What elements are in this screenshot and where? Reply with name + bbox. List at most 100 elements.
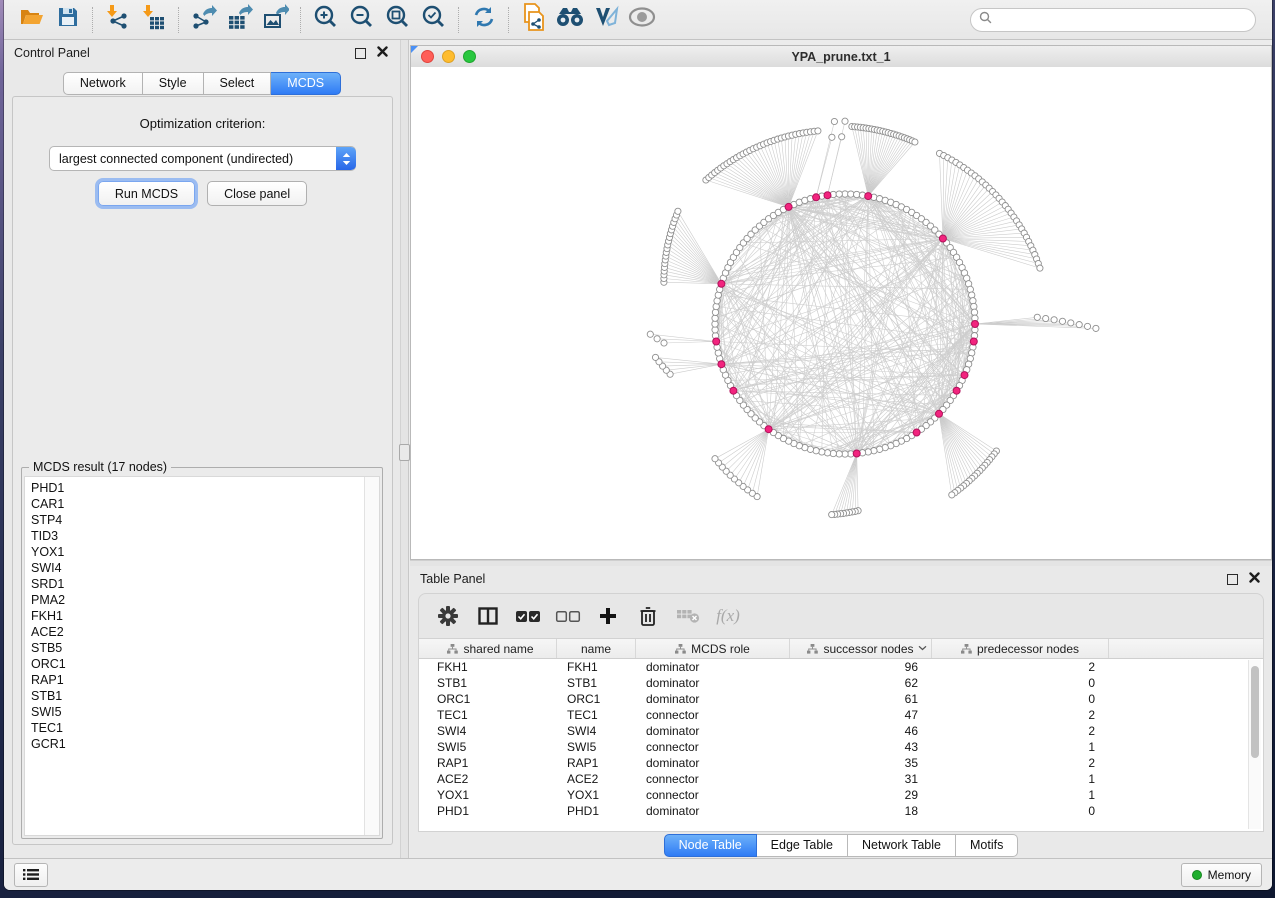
table-row[interactable]: STB1STB1dominator620 bbox=[419, 675, 1263, 691]
table-cell[interactable]: 2 bbox=[932, 707, 1109, 723]
list-item[interactable]: RAP1 bbox=[31, 672, 364, 688]
run-mcds-button[interactable]: Run MCDS bbox=[98, 181, 195, 206]
mcds-node[interactable] bbox=[718, 280, 725, 287]
tab-network-table[interactable]: Network Table bbox=[848, 834, 956, 857]
table-scrollbar[interactable] bbox=[1248, 660, 1261, 829]
network-node[interactable] bbox=[1059, 318, 1065, 324]
table-cell[interactable]: 29 bbox=[790, 787, 932, 803]
table-cell[interactable]: SWI4 bbox=[425, 723, 557, 739]
deselect-all-button[interactable] bbox=[553, 601, 583, 631]
list-item[interactable]: STB5 bbox=[31, 640, 364, 656]
table-cell[interactable]: TEC1 bbox=[557, 707, 636, 723]
network-node[interactable] bbox=[848, 191, 854, 197]
zoom-out-button[interactable] bbox=[344, 4, 380, 36]
network-node[interactable] bbox=[712, 315, 718, 321]
open-file-button[interactable] bbox=[14, 4, 50, 36]
mcds-node[interactable] bbox=[824, 192, 831, 199]
list-item[interactable]: FKH1 bbox=[31, 608, 364, 624]
network-node[interactable] bbox=[836, 191, 842, 197]
zoom-fit-button[interactable] bbox=[380, 4, 416, 36]
table-cell[interactable]: SWI4 bbox=[557, 723, 636, 739]
network-node[interactable] bbox=[647, 331, 653, 337]
network-node[interactable] bbox=[1034, 314, 1040, 320]
table-cell[interactable]: 31 bbox=[790, 771, 932, 787]
table-cell[interactable]: 0 bbox=[932, 675, 1109, 691]
table-cell[interactable]: 1 bbox=[932, 739, 1109, 755]
table-cell[interactable]: TEC1 bbox=[425, 707, 557, 723]
list-item[interactable]: SWI4 bbox=[31, 560, 364, 576]
table-row[interactable]: PHD1PHD1dominator180 bbox=[419, 803, 1263, 819]
search-network-button[interactable] bbox=[552, 4, 588, 36]
tab-edge-table[interactable]: Edge Table bbox=[757, 834, 848, 857]
delete-table-button[interactable] bbox=[673, 601, 703, 631]
network-node[interactable] bbox=[842, 118, 848, 124]
refresh-button[interactable] bbox=[466, 4, 502, 36]
search-input[interactable] bbox=[997, 12, 1247, 28]
list-item[interactable]: STP4 bbox=[31, 512, 364, 528]
table-row[interactable]: ORC1ORC1dominator610 bbox=[419, 691, 1263, 707]
list-item[interactable]: TEC1 bbox=[31, 720, 364, 736]
list-item[interactable]: ACE2 bbox=[31, 624, 364, 640]
export-network-button[interactable] bbox=[186, 4, 222, 36]
table-cell[interactable]: 62 bbox=[790, 675, 932, 691]
table-cell[interactable]: connector bbox=[636, 771, 790, 787]
table-cell[interactable]: SWI5 bbox=[425, 739, 557, 755]
table-cell[interactable]: 1 bbox=[932, 771, 1109, 787]
hide-analysis-button[interactable] bbox=[588, 4, 624, 36]
import-network-button[interactable] bbox=[100, 4, 136, 36]
network-canvas[interactable] bbox=[411, 67, 1271, 559]
table-cell[interactable]: 2 bbox=[932, 659, 1109, 675]
table-cell[interactable]: 2 bbox=[932, 755, 1109, 771]
memory-button[interactable]: Memory bbox=[1181, 863, 1262, 887]
column-header-name[interactable]: name bbox=[557, 639, 636, 658]
table-cell[interactable]: FKH1 bbox=[425, 659, 557, 675]
table-cell[interactable]: connector bbox=[636, 787, 790, 803]
network-node[interactable] bbox=[654, 336, 660, 342]
list-item[interactable]: GCR1 bbox=[31, 736, 364, 752]
table-cell[interactable]: 0 bbox=[932, 691, 1109, 707]
list-item[interactable]: SRD1 bbox=[31, 576, 364, 592]
list-item[interactable]: TID3 bbox=[31, 528, 364, 544]
table-cell[interactable]: 46 bbox=[790, 723, 932, 739]
tab-network[interactable]: Network bbox=[63, 72, 143, 95]
network-node[interactable] bbox=[1037, 265, 1043, 271]
task-history-button[interactable] bbox=[14, 863, 48, 887]
network-node[interactable] bbox=[1043, 315, 1049, 321]
function-builder-button[interactable]: f(x) bbox=[713, 601, 743, 631]
network-node[interactable] bbox=[1093, 325, 1099, 331]
import-table-button[interactable] bbox=[136, 4, 172, 36]
search-field[interactable] bbox=[970, 8, 1256, 32]
column-header-successor-nodes[interactable]: successor nodes bbox=[790, 639, 932, 658]
network-node[interactable] bbox=[1068, 320, 1074, 326]
table-row[interactable]: RAP1RAP1dominator352 bbox=[419, 755, 1263, 771]
float-panel-button[interactable] bbox=[352, 45, 368, 61]
table-cell[interactable]: STB1 bbox=[425, 675, 557, 691]
delete-button[interactable] bbox=[633, 601, 663, 631]
list-item[interactable]: PHD1 bbox=[31, 480, 364, 496]
mcds-node[interactable] bbox=[961, 372, 968, 379]
mcds-list-scrollbar[interactable] bbox=[364, 477, 379, 835]
close-panel-button[interactable] bbox=[374, 45, 390, 61]
mcds-node[interactable] bbox=[853, 450, 860, 457]
table-row[interactable]: TEC1TEC1connector472 bbox=[419, 707, 1263, 723]
table-cell[interactable]: RAP1 bbox=[425, 755, 557, 771]
select-all-button[interactable] bbox=[513, 601, 543, 631]
column-header-predecessor-nodes[interactable]: predecessor nodes bbox=[932, 639, 1109, 658]
column-header-shared-name[interactable]: shared name bbox=[425, 639, 557, 658]
mcds-node[interactable] bbox=[972, 321, 979, 328]
mcds-node[interactable] bbox=[785, 203, 792, 210]
network-node[interactable] bbox=[829, 512, 835, 518]
network-graph[interactable] bbox=[411, 67, 1271, 559]
zoom-selected-button[interactable] bbox=[416, 4, 452, 36]
table-row[interactable]: SWI5SWI5connector431 bbox=[419, 739, 1263, 755]
float-table-panel-button[interactable] bbox=[1224, 571, 1240, 587]
table-cell[interactable]: ACE2 bbox=[425, 771, 557, 787]
scrollbar-thumb[interactable] bbox=[1251, 666, 1259, 758]
network-node[interactable] bbox=[1076, 322, 1082, 328]
save-session-button[interactable] bbox=[50, 4, 86, 36]
network-node[interactable] bbox=[1084, 323, 1090, 329]
table-cell[interactable]: 18 bbox=[790, 803, 932, 819]
mcds-node[interactable] bbox=[970, 338, 977, 345]
criterion-select[interactable]: largest connected component (undirected) bbox=[49, 146, 356, 171]
list-item[interactable]: CAR1 bbox=[31, 496, 364, 512]
